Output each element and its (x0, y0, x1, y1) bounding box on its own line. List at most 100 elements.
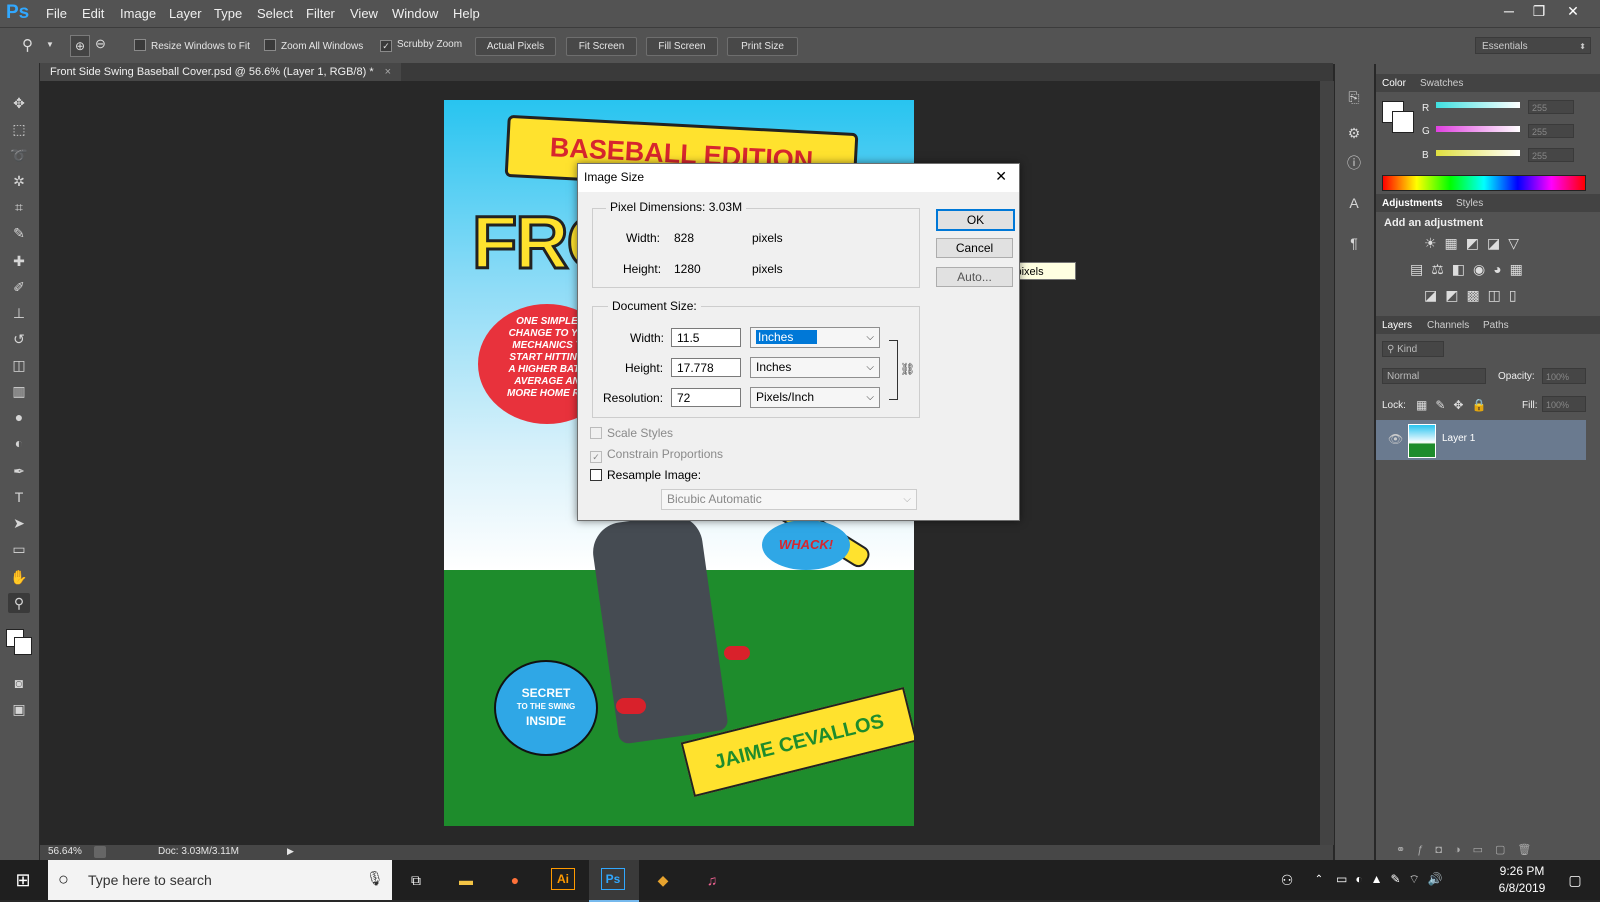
screen-mode-icon[interactable]: ▣ (8, 699, 30, 719)
gradient-tool-icon[interactable]: ▥ (8, 381, 30, 401)
app-taskbar-icon[interactable]: ◆ (650, 868, 676, 892)
r-slider[interactable] (1436, 102, 1520, 108)
chevron-down-icon[interactable]: ▼ (46, 40, 54, 49)
character-panel-icon[interactable]: A (1343, 193, 1365, 213)
vertical-scrollbar[interactable] (1320, 81, 1334, 845)
zoom-out-icon[interactable]: ⊖ (95, 36, 106, 52)
resolution-input[interactable]: 72 (671, 388, 741, 407)
actual-pixels-button[interactable]: Actual Pixels (475, 37, 556, 56)
color-spectrum[interactable] (1382, 175, 1586, 191)
fit-screen-button[interactable]: Fit Screen (566, 37, 637, 56)
ok-button[interactable]: OK (936, 209, 1015, 231)
lasso-tool-icon[interactable]: ➰ (8, 145, 30, 165)
tab-swatches[interactable]: Swatches (1420, 78, 1463, 89)
paragraph-panel-icon[interactable]: ¶ (1343, 233, 1365, 253)
zoom-all-windows-checkbox[interactable]: Zoom All Windows (264, 39, 363, 52)
tab-styles[interactable]: Styles (1456, 198, 1483, 209)
microphone-icon[interactable]: 🎙 (366, 870, 384, 887)
visibility-eye-icon[interactable]: 👁 (1388, 432, 1403, 446)
menu-image[interactable]: Image (120, 6, 156, 21)
lock-icons[interactable]: ▦✎✥🔒 (1416, 398, 1494, 412)
show-hidden-icons[interactable]: ⌃ (1306, 868, 1332, 892)
r-value[interactable]: 255 (1528, 100, 1574, 114)
tab-layers[interactable]: Layers (1382, 320, 1412, 331)
resize-windows-checkbox[interactable]: Resize Windows to Fit (134, 39, 250, 52)
path-selection-icon[interactable]: ➤ (8, 513, 30, 533)
auto-button[interactable]: Auto... (936, 267, 1013, 287)
crop-tool-icon[interactable]: ⌗ (8, 197, 30, 217)
b-value[interactable]: 255 (1528, 148, 1574, 162)
doc-height-unit-select[interactable]: Inches ⌵ (750, 357, 880, 378)
workspace-select[interactable]: Essentials ⬍ (1475, 37, 1591, 54)
rectangle-tool-icon[interactable]: ▭ (8, 539, 30, 559)
pen-tool-icon[interactable]: ✒ (8, 461, 30, 481)
opacity-value[interactable]: 100% (1542, 368, 1586, 384)
marquee-tool-icon[interactable]: ⬚ (8, 119, 30, 139)
scale-styles-checkbox[interactable]: Scale Styles (590, 426, 673, 440)
g-value[interactable]: 255 (1528, 124, 1574, 138)
clock[interactable]: 9:26 PM 6/8/2019 (1490, 864, 1554, 895)
layer-kind-filter[interactable]: ⚲ Kind (1382, 341, 1444, 357)
dialog-close-icon[interactable]: ✕ (995, 168, 1007, 185)
windows-start-icon[interactable]: ⊞ (10, 868, 36, 892)
print-size-button[interactable]: Print Size (727, 37, 798, 56)
tab-adjustments[interactable]: Adjustments (1382, 198, 1443, 209)
tray-icons[interactable]: ▭◐▲✎⌔🔊 (1336, 872, 1451, 887)
restore-button[interactable]: ❐ (1523, 2, 1555, 22)
document-tab[interactable]: Front Side Swing Baseball Cover.psd @ 56… (40, 63, 402, 81)
menu-select[interactable]: Select (257, 6, 293, 21)
taskbar-search-box[interactable]: ○ Type here to search 🎙 (48, 860, 392, 900)
g-slider[interactable] (1436, 126, 1520, 132)
menu-help[interactable]: Help (453, 6, 480, 21)
background-color-swatch[interactable] (1392, 111, 1414, 133)
people-icon[interactable]: ⚇ (1274, 868, 1300, 892)
fill-screen-button[interactable]: Fill Screen (646, 37, 718, 56)
firefox-icon[interactable]: ● (502, 868, 528, 892)
history-panel-icon[interactable]: ⎘ (1343, 87, 1365, 107)
menu-file[interactable]: File (46, 6, 67, 21)
background-color-swatch[interactable] (14, 637, 32, 655)
illustrator-icon[interactable]: Ai (551, 868, 575, 890)
close-window-button[interactable]: ✕ (1557, 2, 1589, 22)
adjustment-icons-row[interactable]: ▤⚖◧◉◕▦ (1410, 261, 1531, 278)
menu-type[interactable]: Type (214, 6, 242, 21)
layer-row[interactable]: 👁 Layer 1 (1376, 420, 1586, 460)
action-center-icon[interactable]: ▢ (1562, 868, 1588, 892)
adjustment-icons-row[interactable]: ◪◩▩◫▯ (1424, 287, 1525, 304)
stamp-tool-icon[interactable]: ⊥ (8, 303, 30, 323)
layer-actions[interactable]: ⚭ƒ◘◑▭▢🗑 (1396, 843, 1543, 856)
file-explorer-icon[interactable]: ▬ (453, 868, 479, 892)
resample-image-checkbox[interactable]: Resample Image: (590, 468, 701, 482)
zoom-tool-icon[interactable]: ⚲ (8, 593, 30, 613)
task-view-icon[interactable]: ⧉ (403, 868, 429, 892)
menu-filter[interactable]: Filter (306, 6, 335, 21)
resolution-unit-select[interactable]: Pixels/Inch ⌵ (750, 387, 880, 408)
fill-value[interactable]: 100% (1542, 396, 1586, 412)
b-slider[interactable] (1436, 150, 1520, 156)
adjustment-icons-row[interactable]: ☀▦◩◪▽ (1424, 235, 1527, 252)
history-brush-icon[interactable]: ↺ (8, 329, 30, 349)
menu-edit[interactable]: Edit (82, 6, 104, 21)
eyedropper-icon[interactable]: ✎ (8, 223, 30, 243)
itunes-icon[interactable]: ♫ (699, 868, 725, 892)
constrain-proportions-checkbox[interactable]: ✓ Constrain Proportions (590, 447, 723, 463)
menu-window[interactable]: Window (392, 6, 438, 21)
doc-width-unit-select[interactable]: Inches ⌵ (750, 327, 880, 348)
doc-width-input[interactable]: 11.5 (671, 328, 741, 347)
tab-channels[interactable]: Channels (1427, 320, 1469, 331)
resample-method-select[interactable]: Bicubic Automatic ⌵ (661, 489, 917, 510)
zoom-tool-icon[interactable]: ⚲ (22, 36, 33, 54)
properties-panel-icon[interactable]: ⚙ (1343, 123, 1365, 143)
zoom-level[interactable]: 56.64% (48, 846, 82, 857)
tab-color[interactable]: Color (1382, 78, 1406, 89)
status-share-icon[interactable] (94, 846, 106, 858)
blur-tool-icon[interactable]: ● (8, 407, 30, 427)
scrubby-zoom-checkbox[interactable]: ✓ Scrubby Zoom (380, 39, 462, 52)
status-arrow-icon[interactable]: ▶ (287, 846, 294, 857)
info-panel-icon[interactable]: ⓘ (1343, 153, 1365, 173)
brush-tool-icon[interactable]: ✐ (8, 277, 30, 297)
doc-height-input[interactable]: 17.778 (671, 358, 741, 377)
close-tab-icon[interactable]: × (385, 66, 391, 78)
menu-view[interactable]: View (350, 6, 378, 21)
tab-paths[interactable]: Paths (1483, 320, 1509, 331)
